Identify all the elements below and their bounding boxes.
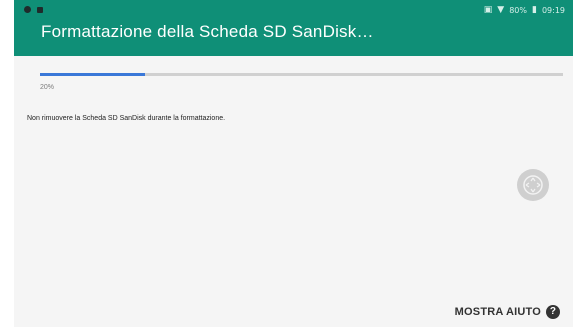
battery-percent: 80%	[509, 6, 527, 15]
progress-bar	[40, 73, 563, 76]
progress-bar-fill	[40, 73, 145, 76]
help-button-label: MOSTRA AIUTO	[454, 306, 541, 318]
vibration-icon: ▣	[483, 5, 493, 15]
help-icon: ?	[546, 305, 560, 319]
page-title: Formattazione della Scheda SD SanDisk…	[41, 22, 374, 41]
notification-dot-icon	[24, 6, 31, 13]
battery-icon: ▮	[531, 5, 537, 15]
navigation-joystick-icon[interactable]	[517, 169, 549, 201]
app-bar: ▣ ▼ 80% ▮ 09:19 Formattazione della Sche…	[14, 0, 573, 56]
help-button[interactable]: MOSTRA AIUTO ?	[455, 305, 560, 319]
progress-percent: 20%	[40, 84, 55, 91]
screen: ▣ ▼ 80% ▮ 09:19 Formattazione della Sche…	[14, 0, 573, 327]
wifi-icon: ▼	[497, 5, 505, 15]
status-bar-left	[24, 6, 43, 13]
warning-message: Non rimuovere la Scheda SD SanDisk duran…	[27, 115, 226, 122]
status-bar-right: ▣ ▼ 80% ▮ 09:19	[483, 5, 565, 16]
sim-icon	[37, 6, 43, 13]
clock: 09:19	[541, 6, 565, 15]
